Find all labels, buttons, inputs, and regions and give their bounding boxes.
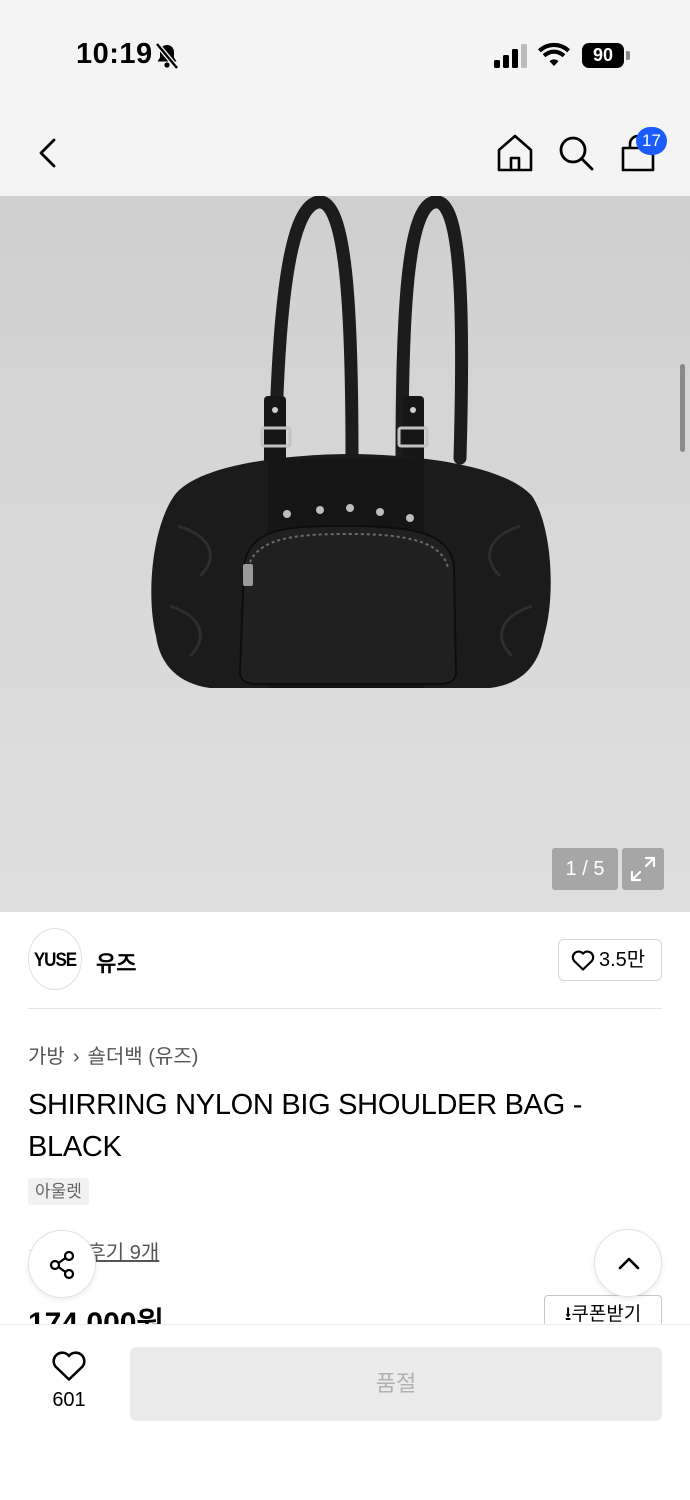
heart-icon bbox=[571, 950, 595, 971]
product-image-gallery[interactable]: 1 / 5 bbox=[0, 196, 690, 912]
image-counter: 1 / 5 bbox=[552, 848, 618, 890]
wishlist-count: 601 bbox=[52, 1389, 86, 1411]
wifi-icon bbox=[538, 42, 570, 66]
status-time: 10:19 bbox=[76, 38, 153, 70]
battery-tip bbox=[626, 51, 630, 60]
breadcrumb-separator: › bbox=[72, 1046, 80, 1068]
brand-logo[interactable]: YUSE bbox=[28, 927, 82, 991]
search-icon[interactable] bbox=[553, 130, 599, 176]
home-icon[interactable] bbox=[492, 130, 538, 176]
scroll-indicator bbox=[680, 364, 685, 452]
brand-name[interactable]: 유즈 bbox=[96, 946, 136, 978]
share-button[interactable] bbox=[28, 1230, 96, 1298]
battery-indicator: 90 bbox=[582, 43, 630, 68]
top-navigation bbox=[0, 110, 690, 196]
breadcrumb: 가방 › 숄더백 (유즈) bbox=[28, 1040, 198, 1069]
heart-icon bbox=[52, 1351, 86, 1381]
share-icon bbox=[49, 1250, 75, 1280]
cart-count-badge: 17 bbox=[636, 127, 667, 155]
expand-icon bbox=[630, 856, 656, 882]
brand-row: YUSE 유즈 3.5만 bbox=[28, 927, 662, 991]
sold-out-button[interactable]: 품절 bbox=[130, 1347, 662, 1421]
breadcrumb-category[interactable]: 가방 bbox=[28, 1046, 65, 1068]
outlet-tag: 아울렛 bbox=[28, 1178, 89, 1205]
review-count: 후기 9개 bbox=[87, 1242, 160, 1264]
product-title: SHIRRING NYLON BIG SHOULDER BAG - BLACK bbox=[28, 1089, 583, 1163]
brand-like-button[interactable]: 3.5만 bbox=[558, 939, 662, 981]
battery-level: 90 bbox=[582, 43, 624, 68]
scroll-to-top-button[interactable] bbox=[594, 1229, 662, 1297]
breadcrumb-subcategory[interactable]: 숄더백 (유즈) bbox=[87, 1046, 198, 1068]
status-bar: 10:19 90 bbox=[0, 0, 690, 110]
back-arrow-icon[interactable] bbox=[26, 130, 72, 176]
product-bag-image bbox=[151, 196, 551, 688]
expand-image-button[interactable] bbox=[622, 848, 664, 890]
wishlist-button[interactable]: 601 bbox=[30, 1347, 108, 1427]
brand-like-count: 3.5만 bbox=[599, 949, 646, 971]
chevron-up-icon bbox=[618, 1257, 640, 1270]
silent-bell-icon bbox=[155, 42, 179, 70]
cellular-signal-icon bbox=[494, 44, 527, 68]
divider bbox=[28, 1008, 662, 1009]
bottom-action-bar: 601 품절 bbox=[0, 1324, 690, 1500]
